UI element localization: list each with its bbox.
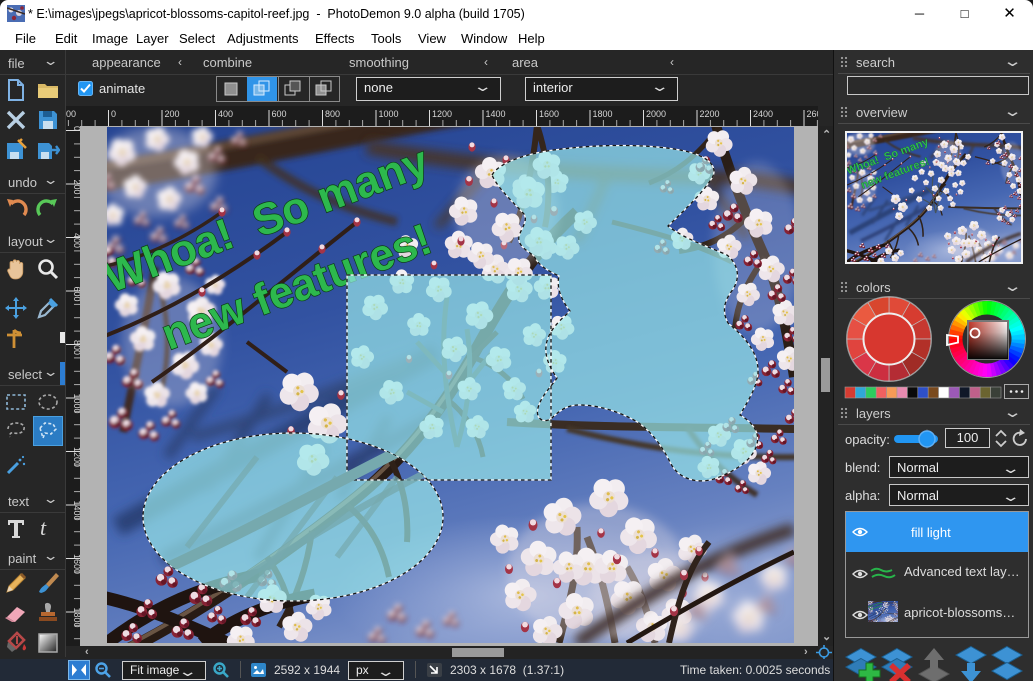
svg-text:1200: 1200 <box>72 447 80 467</box>
svg-text:1000: 1000 <box>72 394 80 414</box>
svg-text:200: 200 <box>72 180 80 195</box>
svg-text:1400: 1400 <box>486 109 506 119</box>
svg-text:600: 600 <box>72 287 80 302</box>
svg-text:800: 800 <box>72 340 80 355</box>
svg-text:2000: 2000 <box>646 109 666 119</box>
svg-text:600: 600 <box>272 109 287 119</box>
svg-text:t: t <box>40 516 47 540</box>
svg-text:0: 0 <box>111 109 116 119</box>
svg-text:1200: 1200 <box>432 109 452 119</box>
svg-text:1600: 1600 <box>539 109 559 119</box>
svg-text:800: 800 <box>325 109 340 119</box>
svg-text:200: 200 <box>165 109 180 119</box>
svg-text:0: 0 <box>72 126 80 131</box>
svg-text:2200: 2200 <box>700 109 720 119</box>
svg-text:2400: 2400 <box>753 109 773 119</box>
svg-text:400: 400 <box>72 233 80 248</box>
svg-text:1800: 1800 <box>593 109 613 119</box>
svg-text:400: 400 <box>218 109 233 119</box>
svg-text:1800: 1800 <box>72 608 80 628</box>
svg-text:-200: -200 <box>66 109 76 119</box>
svg-text:2600: 2600 <box>807 109 819 119</box>
svg-text:1000: 1000 <box>379 109 399 119</box>
svg-text:1400: 1400 <box>72 501 80 521</box>
svg-text:1600: 1600 <box>72 554 80 574</box>
